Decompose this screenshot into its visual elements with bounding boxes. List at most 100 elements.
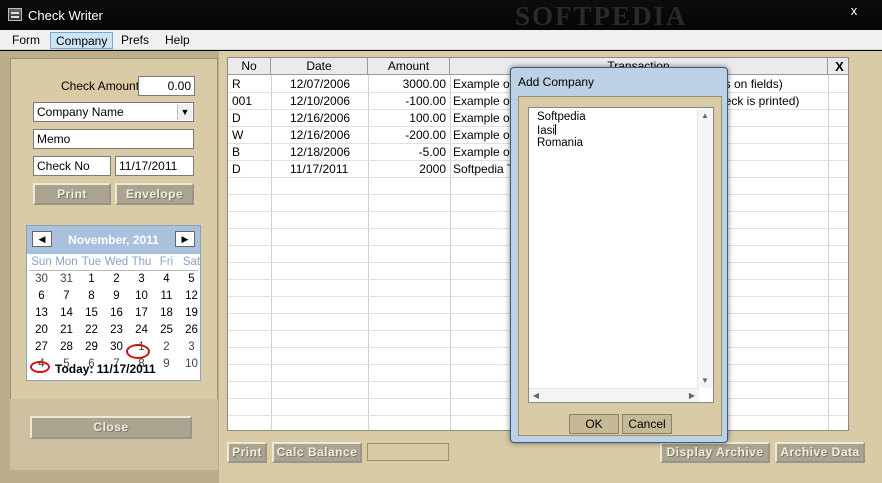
print-button[interactable]: Print [33,183,111,205]
grid-column-line [368,75,369,430]
calendar-day[interactable]: 10 [129,290,154,302]
today-marker-icon [30,361,50,373]
check-amount-label: Check Amount: [61,79,143,93]
table-cell-transaction: Example of [453,128,513,142]
table-cell-tail [718,110,828,126]
calendar-day[interactable]: 23 [104,324,129,336]
cancel-button[interactable]: Cancel [622,414,672,434]
company-line-text: Iasi [537,125,555,137]
grid-print-button[interactable]: Print [227,442,267,463]
table-cell-amount: -5.00 [418,145,446,159]
calendar-day[interactable]: 11 [154,290,179,302]
calendar-day[interactable]: 3 [179,341,204,353]
calendar-day[interactable]: 7 [54,290,79,302]
calendar-day[interactable]: 9 [154,358,179,370]
calendar-day[interactable]: 4 [154,273,179,285]
close-button[interactable]: Close [30,416,192,439]
calendar-day[interactable]: 8 [79,290,104,302]
table-cell-amount: 3000.00 [402,77,446,91]
app-icon [8,8,22,21]
company-textarea[interactable]: Softpedia Iasi Romania ▲ ▼ ◀ ▶ [528,107,714,403]
calendar-day[interactable]: 20 [29,324,54,336]
grid-close-icon[interactable]: X [830,58,848,75]
table-cell-transaction: Softpedia Te [453,162,513,176]
calendar-day[interactable]: 24 [129,324,154,336]
calendar-day[interactable]: 15 [79,307,104,319]
window-title: Check Writer [28,8,103,23]
calendar-month: November, 2011 [68,233,159,247]
calc-balance-button[interactable]: Calc Balance [272,442,362,463]
company-name-select[interactable]: Company Name ▼ [33,102,194,122]
main-area: Check Amount: 0.00 Company Name ▼ Memo C… [0,51,882,483]
menu-bar: Form Company Prefs Help [0,30,882,50]
calendar-day[interactable]: 5 [179,273,204,285]
table-cell-date: 12/16/2006 [290,128,351,142]
calendar-day[interactable]: 18 [154,307,179,319]
calendar-day[interactable]: 25 [154,324,179,336]
table-cell-amount: 100.00 [409,111,446,125]
prev-month-icon[interactable]: ◀ [32,231,52,247]
column-header-amount[interactable]: Amount [368,58,450,75]
calendar-day[interactable]: 31 [54,273,79,285]
calendar-day[interactable]: 29 [79,341,104,353]
calendar-day[interactable]: 17 [129,307,154,319]
calendar-day[interactable]: 26 [179,324,204,336]
memo-field[interactable]: Memo [33,129,194,149]
add-company-dialog: Add Company Softpedia Iasi Romania ▲ ▼ ◀… [510,67,728,443]
table-cell-transaction: Example of [453,145,513,159]
column-header-date[interactable]: Date [271,58,368,75]
calendar-day[interactable]: 2 [154,341,179,353]
table-cell-transaction: Example of [453,111,513,125]
menu-company[interactable]: Company [50,32,114,49]
today-label[interactable]: Today: 11/17/2011 [55,362,156,376]
calendar-day[interactable]: 2 [104,273,129,285]
check-amount-field[interactable]: 0.00 [138,76,195,96]
menu-help[interactable]: Help [160,32,195,49]
menu-form[interactable]: Form [7,32,45,49]
menu-prefs[interactable]: Prefs [116,32,154,49]
calendar-day[interactable]: 13 [29,307,54,319]
calendar-day[interactable]: 9 [104,290,129,302]
calendar-day[interactable]: 30 [29,273,54,285]
table-cell-tail [718,144,828,160]
table-cell-amount: -100.00 [405,94,446,108]
ok-button[interactable]: OK [569,414,619,434]
scroll-down-icon[interactable]: ▼ [698,376,712,385]
date-field[interactable]: 11/17/2011 [115,156,194,176]
table-cell-transaction: Example of [453,94,513,108]
table-cell-no: W [232,128,244,142]
calendar-day[interactable]: 19 [179,307,204,319]
text-caret [554,124,556,135]
chevron-down-icon[interactable]: ▼ [177,104,192,120]
scroll-up-icon[interactable]: ▲ [698,111,712,120]
table-cell-date: 11/17/2011 [290,162,349,176]
horizontal-scrollbar[interactable]: ◀ ▶ [529,388,699,402]
calendar-day[interactable]: 10 [179,358,204,370]
calendar-day[interactable]: 28 [54,341,79,353]
table-cell-no: R [232,77,241,91]
calendar-day[interactable]: 3 [129,273,154,285]
dialog-body: Softpedia Iasi Romania ▲ ▼ ◀ ▶ OK Cancel [518,96,722,436]
scroll-right-icon[interactable]: ▶ [685,391,699,400]
envelope-button[interactable]: Envelope [115,183,194,205]
calendar-day[interactable]: 12 [179,290,204,302]
calendar-header: ◀ November, 2011 ▶ [27,226,200,254]
check-no-field[interactable]: Check No [33,156,111,176]
company-line: Softpedia [537,111,586,123]
column-header-no[interactable]: No [228,58,271,75]
calendar-day[interactable]: 1 [79,273,104,285]
vertical-scrollbar[interactable]: ▲ ▼ [697,108,713,388]
calendar-day[interactable]: 21 [54,324,79,336]
calendar-day[interactable]: 14 [54,307,79,319]
archive-data-button[interactable]: Archive Data [775,442,865,463]
calendar-day[interactable]: 22 [79,324,104,336]
table-cell-no: 001 [232,94,253,108]
calendar-day[interactable]: 27 [29,341,54,353]
next-month-icon[interactable]: ▶ [175,231,195,247]
display-archive-button[interactable]: Display Archive [660,442,770,463]
window-close-button[interactable]: x [832,2,876,20]
table-cell-tail: es on fields) [718,77,783,91]
calendar-day[interactable]: 16 [104,307,129,319]
scroll-left-icon[interactable]: ◀ [529,391,543,400]
calendar-day[interactable]: 6 [29,290,54,302]
